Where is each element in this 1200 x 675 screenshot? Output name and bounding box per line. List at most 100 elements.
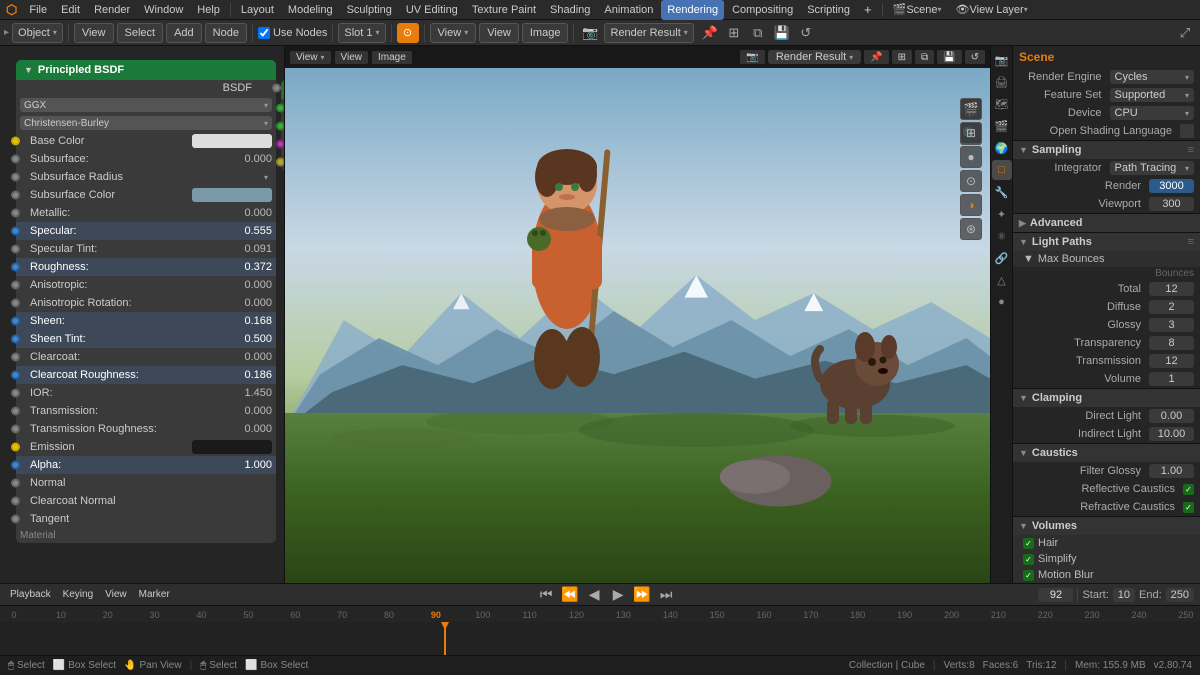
- viewport-samples-field[interactable]: 300: [1149, 197, 1194, 211]
- view-layer-selector[interactable]: 👁 View Layer ▾: [950, 0, 1034, 20]
- workspace-animation[interactable]: Animation: [598, 0, 659, 20]
- refresh-icon[interactable]: ↺: [795, 23, 817, 43]
- workspace-sculpting[interactable]: Sculpting: [341, 0, 398, 20]
- material-props-icon[interactable]: ●: [992, 292, 1012, 312]
- render-props-icon[interactable]: 📷: [992, 50, 1012, 70]
- menu-render[interactable]: Render: [88, 0, 136, 20]
- mat-out-socket-volume[interactable]: [276, 140, 284, 149]
- glossy-field[interactable]: 3: [1149, 318, 1194, 332]
- menu-file[interactable]: File: [23, 0, 53, 20]
- display-icon[interactable]: ⊞: [723, 23, 745, 43]
- timeline-track[interactable]: [0, 622, 1200, 655]
- socket-specular-tint[interactable]: [11, 245, 20, 254]
- jump-start-btn[interactable]: ⏮: [536, 585, 556, 605]
- tl-menu-view[interactable]: View: [101, 585, 131, 605]
- pin-icon[interactable]: 📌: [699, 23, 721, 43]
- workspace-modeling[interactable]: Modeling: [282, 0, 339, 20]
- socket-metallic[interactable]: [11, 209, 20, 218]
- mode-selector[interactable]: Object ▾: [12, 23, 63, 43]
- distribution-selector[interactable]: GGX ▾: [20, 98, 272, 112]
- socket-subsurface-color[interactable]: [11, 191, 20, 200]
- caustics-header[interactable]: ▼ Caustics: [1013, 444, 1200, 462]
- mat-out-socket-surface[interactable]: [276, 122, 284, 131]
- play-reverse-btn[interactable]: ◀: [584, 585, 604, 605]
- camera-view-icon[interactable]: 🎬: [960, 98, 982, 120]
- socket-subsurface[interactable]: [11, 155, 20, 164]
- simplify-checkbox[interactable]: ✓: [1023, 554, 1034, 565]
- workspace-compositing[interactable]: Compositing: [726, 0, 799, 20]
- volumes-header[interactable]: ▼ Volumes: [1013, 517, 1200, 535]
- grid-view-icon[interactable]: ⊞: [960, 122, 982, 144]
- hair-checkbox[interactable]: ✓: [1023, 538, 1034, 549]
- vp-grid-btn[interactable]: ⊞: [892, 50, 912, 64]
- add-btn[interactable]: Add: [166, 23, 202, 43]
- view3-btn[interactable]: View: [479, 23, 519, 43]
- sampling-header[interactable]: ▼ Sampling ≡: [1013, 141, 1200, 159]
- constraints-props-icon[interactable]: 🔗: [992, 248, 1012, 268]
- vp-refresh-btn[interactable]: ↺: [965, 50, 985, 64]
- device-dropdown[interactable]: CPU ▾: [1110, 106, 1195, 120]
- slot-selector[interactable]: Slot 1 ▾: [338, 23, 385, 43]
- socket-alpha[interactable]: [11, 461, 20, 470]
- next-keyframe-btn[interactable]: ⏩: [632, 585, 652, 605]
- field-emission[interactable]: [192, 440, 272, 454]
- viewport-shading2-icon[interactable]: ◑: [960, 194, 982, 216]
- render-result-display[interactable]: Render Result ▾: [768, 50, 861, 64]
- scene-selector[interactable]: 🎬 Scene ▾: [887, 0, 948, 20]
- workspace-scripting[interactable]: Scripting: [801, 0, 856, 20]
- camera-icon-btn[interactable]: 📷: [579, 23, 601, 43]
- menu-window[interactable]: Window: [138, 0, 189, 20]
- transparency-field[interactable]: 8: [1149, 336, 1194, 350]
- vp-pin-btn[interactable]: 📌: [864, 50, 888, 64]
- mat-out-socket-displacement[interactable]: [276, 158, 284, 167]
- image-btn[interactable]: Image: [522, 23, 569, 43]
- shading-icon[interactable]: ●: [960, 146, 982, 168]
- overlay-icon[interactable]: ⊙: [960, 170, 982, 192]
- render-engine-dropdown[interactable]: Cycles ▾: [1110, 70, 1195, 84]
- tl-menu-keying[interactable]: Keying: [59, 585, 98, 605]
- sampling-options-btn[interactable]: ≡: [1188, 144, 1194, 156]
- render-samples-field[interactable]: 3000: [1149, 179, 1194, 193]
- vp-save-btn[interactable]: 💾: [937, 50, 961, 64]
- socket-roughness[interactable]: [11, 263, 20, 272]
- socket-subsurface-radius[interactable]: [11, 173, 20, 182]
- current-frame-display[interactable]: 92: [1038, 588, 1073, 602]
- socket-clearcoat-roughness[interactable]: [11, 371, 20, 380]
- indirect-light-field[interactable]: 10.00: [1149, 427, 1194, 441]
- socket-anisotropic-rotation[interactable]: [11, 299, 20, 308]
- simplify-sub-header[interactable]: ✓ Simplify: [1013, 551, 1200, 567]
- render-viewport[interactable]: View ▾ View Image 📷 Render Result ▾ 📌 ⊞ …: [285, 46, 990, 583]
- hair-sub-header[interactable]: ✓ Hair: [1013, 535, 1200, 551]
- transmission-field[interactable]: 12: [1149, 354, 1194, 368]
- physics-props-icon[interactable]: ⚛: [992, 226, 1012, 246]
- play-btn[interactable]: ▶: [608, 585, 628, 605]
- direct-light-field[interactable]: 0.00: [1149, 409, 1194, 423]
- integrator-dropdown[interactable]: Path Tracing ▾: [1110, 161, 1195, 175]
- socket-sheen[interactable]: [11, 317, 20, 326]
- workspace-uv-editing[interactable]: UV Editing: [400, 0, 464, 20]
- socket-clearcoat-normal[interactable]: [11, 497, 20, 506]
- socket-normal[interactable]: [11, 479, 20, 488]
- start-frame-field[interactable]: 10: [1113, 588, 1135, 602]
- filter-glossy-field[interactable]: 1.00: [1149, 464, 1194, 478]
- feature-set-dropdown[interactable]: Supported ▾: [1110, 88, 1195, 102]
- vp-image-btn[interactable]: Image: [372, 51, 412, 64]
- light-paths-header[interactable]: ▼ Light Paths ≡: [1013, 233, 1200, 251]
- socket-ior[interactable]: [11, 389, 20, 398]
- jump-end-btn[interactable]: ⏭: [656, 585, 676, 605]
- vp-view-btn[interactable]: View ▾: [290, 51, 331, 64]
- modifier-props-icon[interactable]: 🔧: [992, 182, 1012, 202]
- workspace-texture-paint[interactable]: Texture Paint: [466, 0, 542, 20]
- node-canvas[interactable]: ▼ Principled BSDF BSDF ▼ Material Output: [0, 46, 284, 583]
- socket-sheen-tint[interactable]: [11, 335, 20, 344]
- light-paths-options-btn[interactable]: ≡: [1188, 236, 1194, 248]
- volume-field[interactable]: 1: [1149, 372, 1194, 386]
- reflective-caustics-checkbox[interactable]: ✓: [1183, 484, 1194, 495]
- max-bounces-header[interactable]: ▼ Max Bounces: [1013, 251, 1200, 267]
- material-output-node[interactable]: ▼ Material Output All Surface Volum: [281, 80, 284, 171]
- workspace-shading[interactable]: Shading: [544, 0, 596, 20]
- menu-edit[interactable]: Edit: [55, 0, 86, 20]
- gizmo-icon[interactable]: ⊛: [960, 218, 982, 240]
- scene-props-icon[interactable]: 🎬: [992, 116, 1012, 136]
- world-props-icon[interactable]: 🌍: [992, 138, 1012, 158]
